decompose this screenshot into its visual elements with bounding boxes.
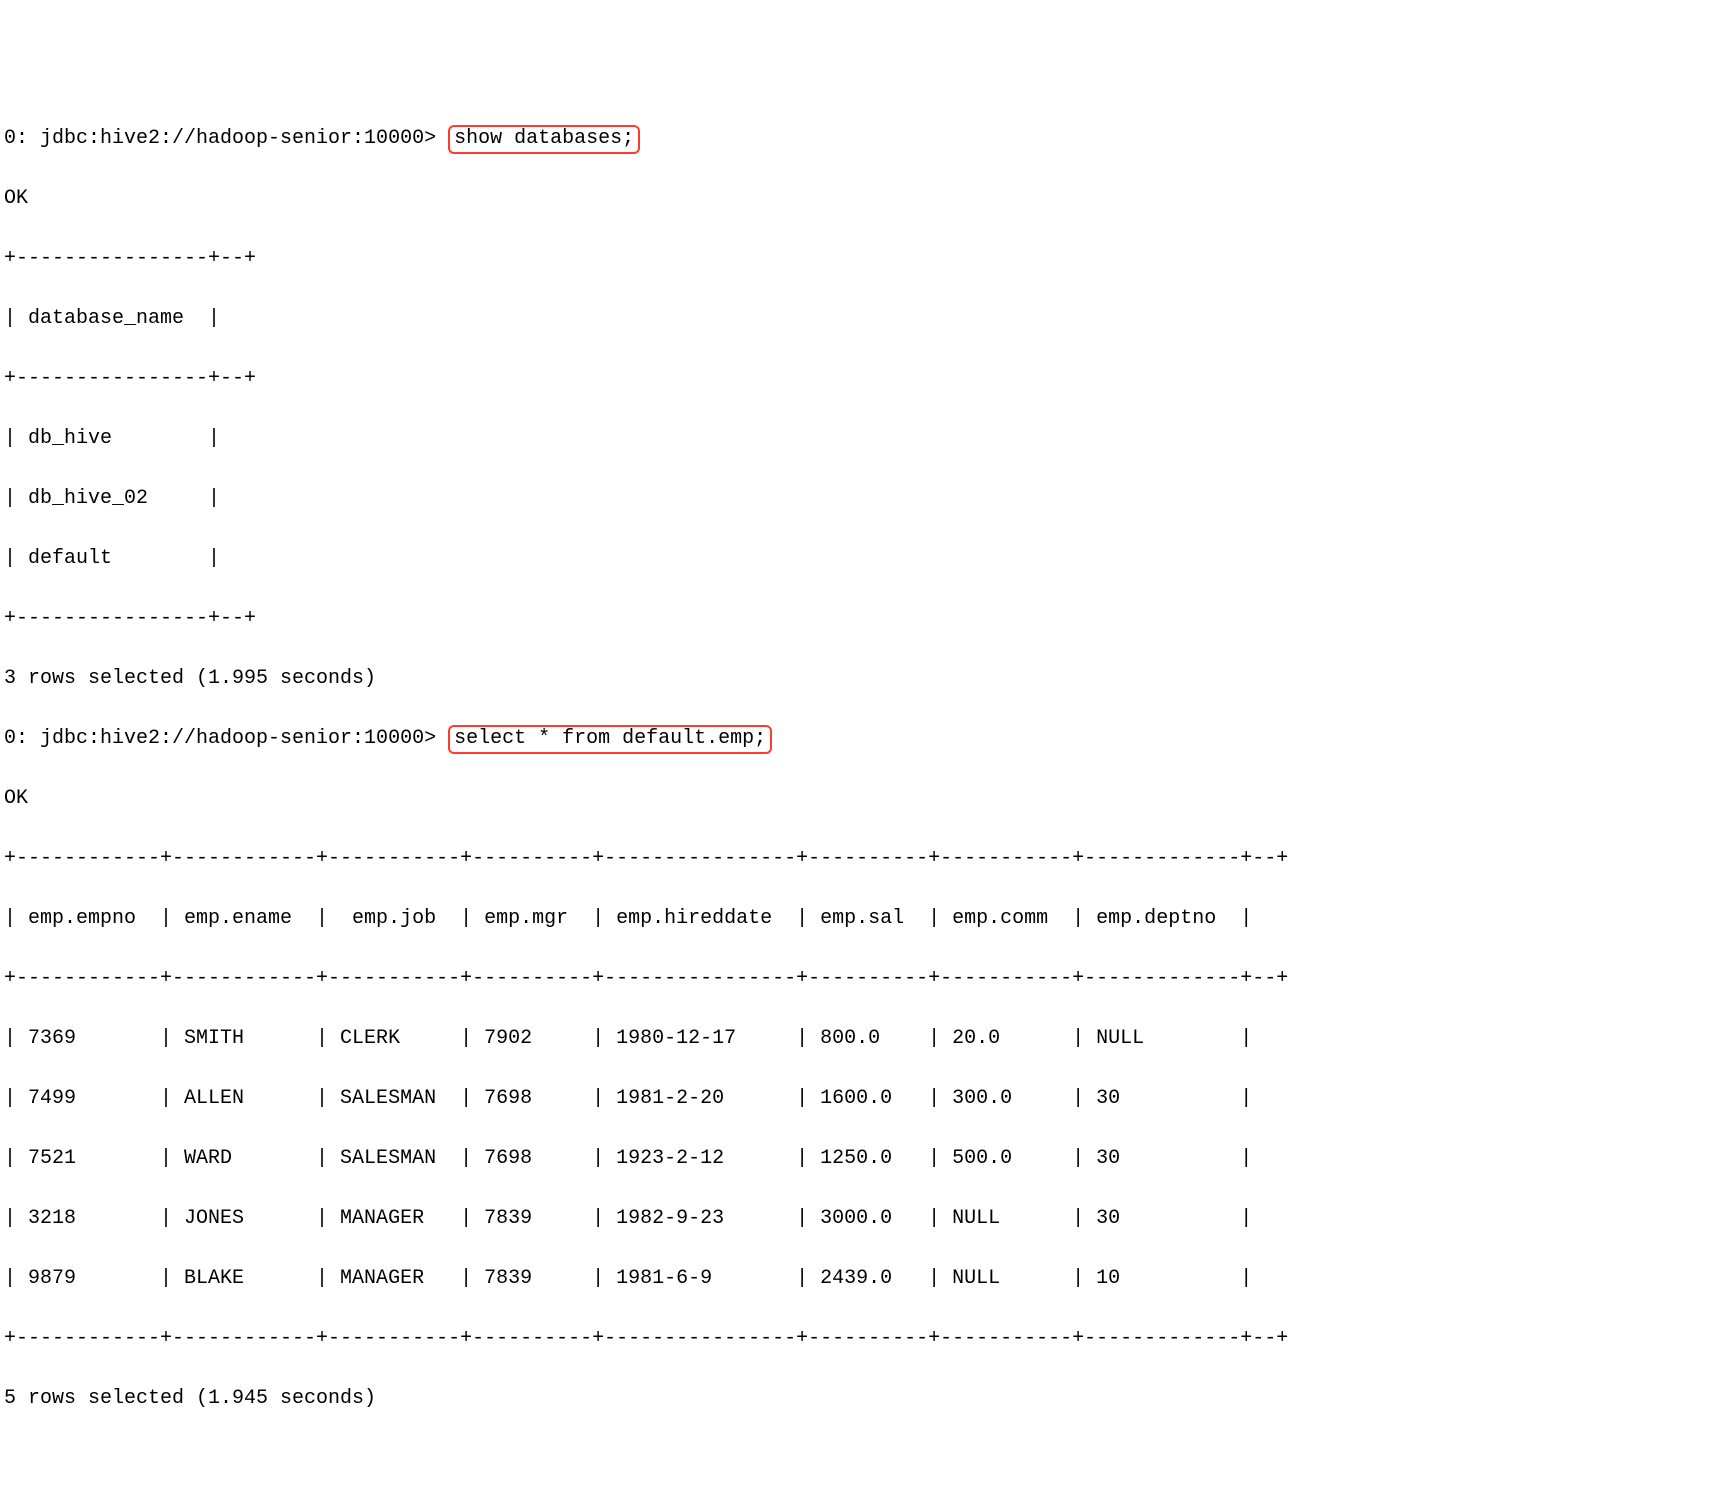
table-row: | default | (4, 544, 1725, 574)
db-table-border-bottom: +----------------+--+ (4, 604, 1725, 634)
table-row: | 7369 | SMITH | CLERK | 7902 | 1980-12-… (4, 1024, 1725, 1054)
prompt-2: 0: jdbc:hive2://hadoop-senior:10000> (4, 727, 448, 750)
command-2: select * from default.emp; (454, 727, 766, 750)
table-row: | db_hive_02 | (4, 484, 1725, 514)
db-table-border-top: +----------------+--+ (4, 244, 1725, 274)
table-row: | db_hive | (4, 424, 1725, 454)
command-2-highlight: select * from default.emp; (448, 725, 772, 754)
table-row: | 3218 | JONES | MANAGER | 7839 | 1982-9… (4, 1204, 1725, 1234)
ok-status-2: OK (4, 784, 1725, 814)
emp-table-border-mid: +------------+------------+-----------+-… (4, 964, 1725, 994)
table-row: | 9879 | BLAKE | MANAGER | 7839 | 1981-6… (4, 1264, 1725, 1294)
db-table-header: | database_name | (4, 304, 1725, 334)
prompt-line-2: 0: jdbc:hive2://hadoop-senior:10000> sel… (4, 724, 1725, 754)
result-summary-2: 5 rows selected (1.945 seconds) (4, 1384, 1725, 1414)
prompt-1: 0: jdbc:hive2://hadoop-senior:10000> (4, 127, 448, 150)
emp-table-border-bottom: +------------+------------+-----------+-… (4, 1324, 1725, 1354)
prompt-line-1: 0: jdbc:hive2://hadoop-senior:10000> sho… (4, 124, 1725, 154)
command-1-highlight: show databases; (448, 125, 640, 154)
ok-status-1: OK (4, 184, 1725, 214)
emp-table-border-top: +------------+------------+-----------+-… (4, 844, 1725, 874)
result-summary-1: 3 rows selected (1.995 seconds) (4, 664, 1725, 694)
db-table-border-mid: +----------------+--+ (4, 364, 1725, 394)
table-row: | 7499 | ALLEN | SALESMAN | 7698 | 1981-… (4, 1084, 1725, 1114)
table-row: | 7521 | WARD | SALESMAN | 7698 | 1923-2… (4, 1144, 1725, 1174)
emp-table-header: | emp.empno | emp.ename | emp.job | emp.… (4, 904, 1725, 934)
command-1: show databases; (454, 127, 634, 150)
